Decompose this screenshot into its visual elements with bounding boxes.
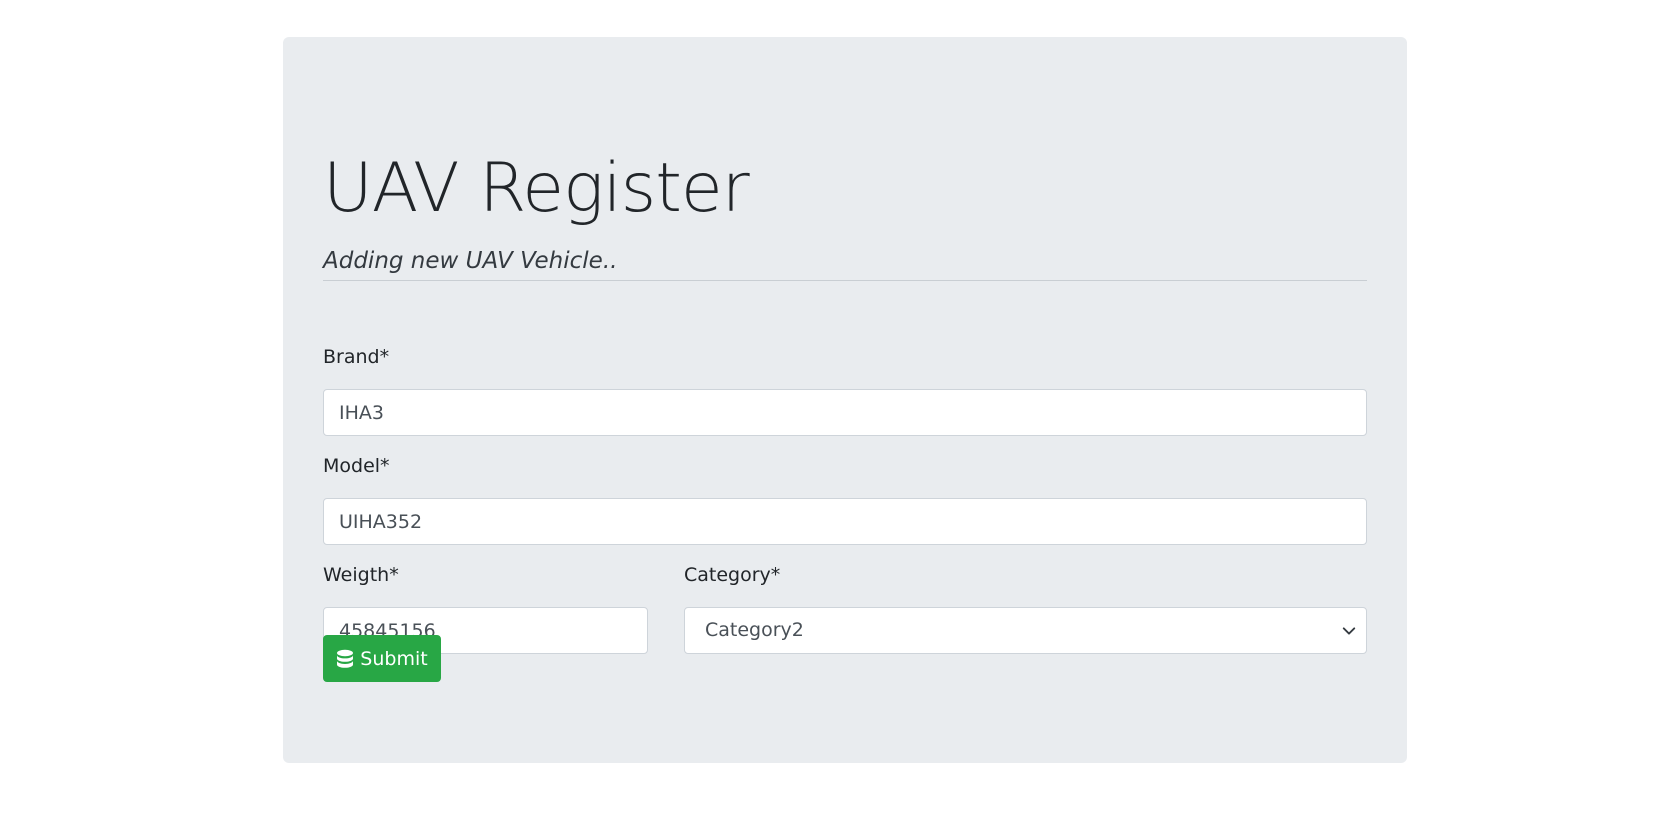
submit-button[interactable]: Submit [323,635,441,682]
brand-label: Brand* [323,346,390,368]
page-subtitle: Adding new UAV Vehicle.. [323,248,618,274]
chevron-down-icon [1342,627,1356,635]
brand-input[interactable] [323,389,1367,436]
category-label: Category* [684,564,781,586]
model-label: Model* [323,455,390,477]
weight-label: Weigth* [323,564,399,586]
submit-label: Submit [360,647,428,670]
page-title: UAV Register [323,149,750,228]
divider [323,280,1367,281]
register-panel: UAV Register Adding new UAV Vehicle.. Br… [283,37,1407,763]
model-input[interactable] [323,498,1367,545]
database-icon [337,649,354,668]
category-select[interactable]: Category2 [684,607,1367,654]
category-selected-value: Category2 [705,619,804,641]
